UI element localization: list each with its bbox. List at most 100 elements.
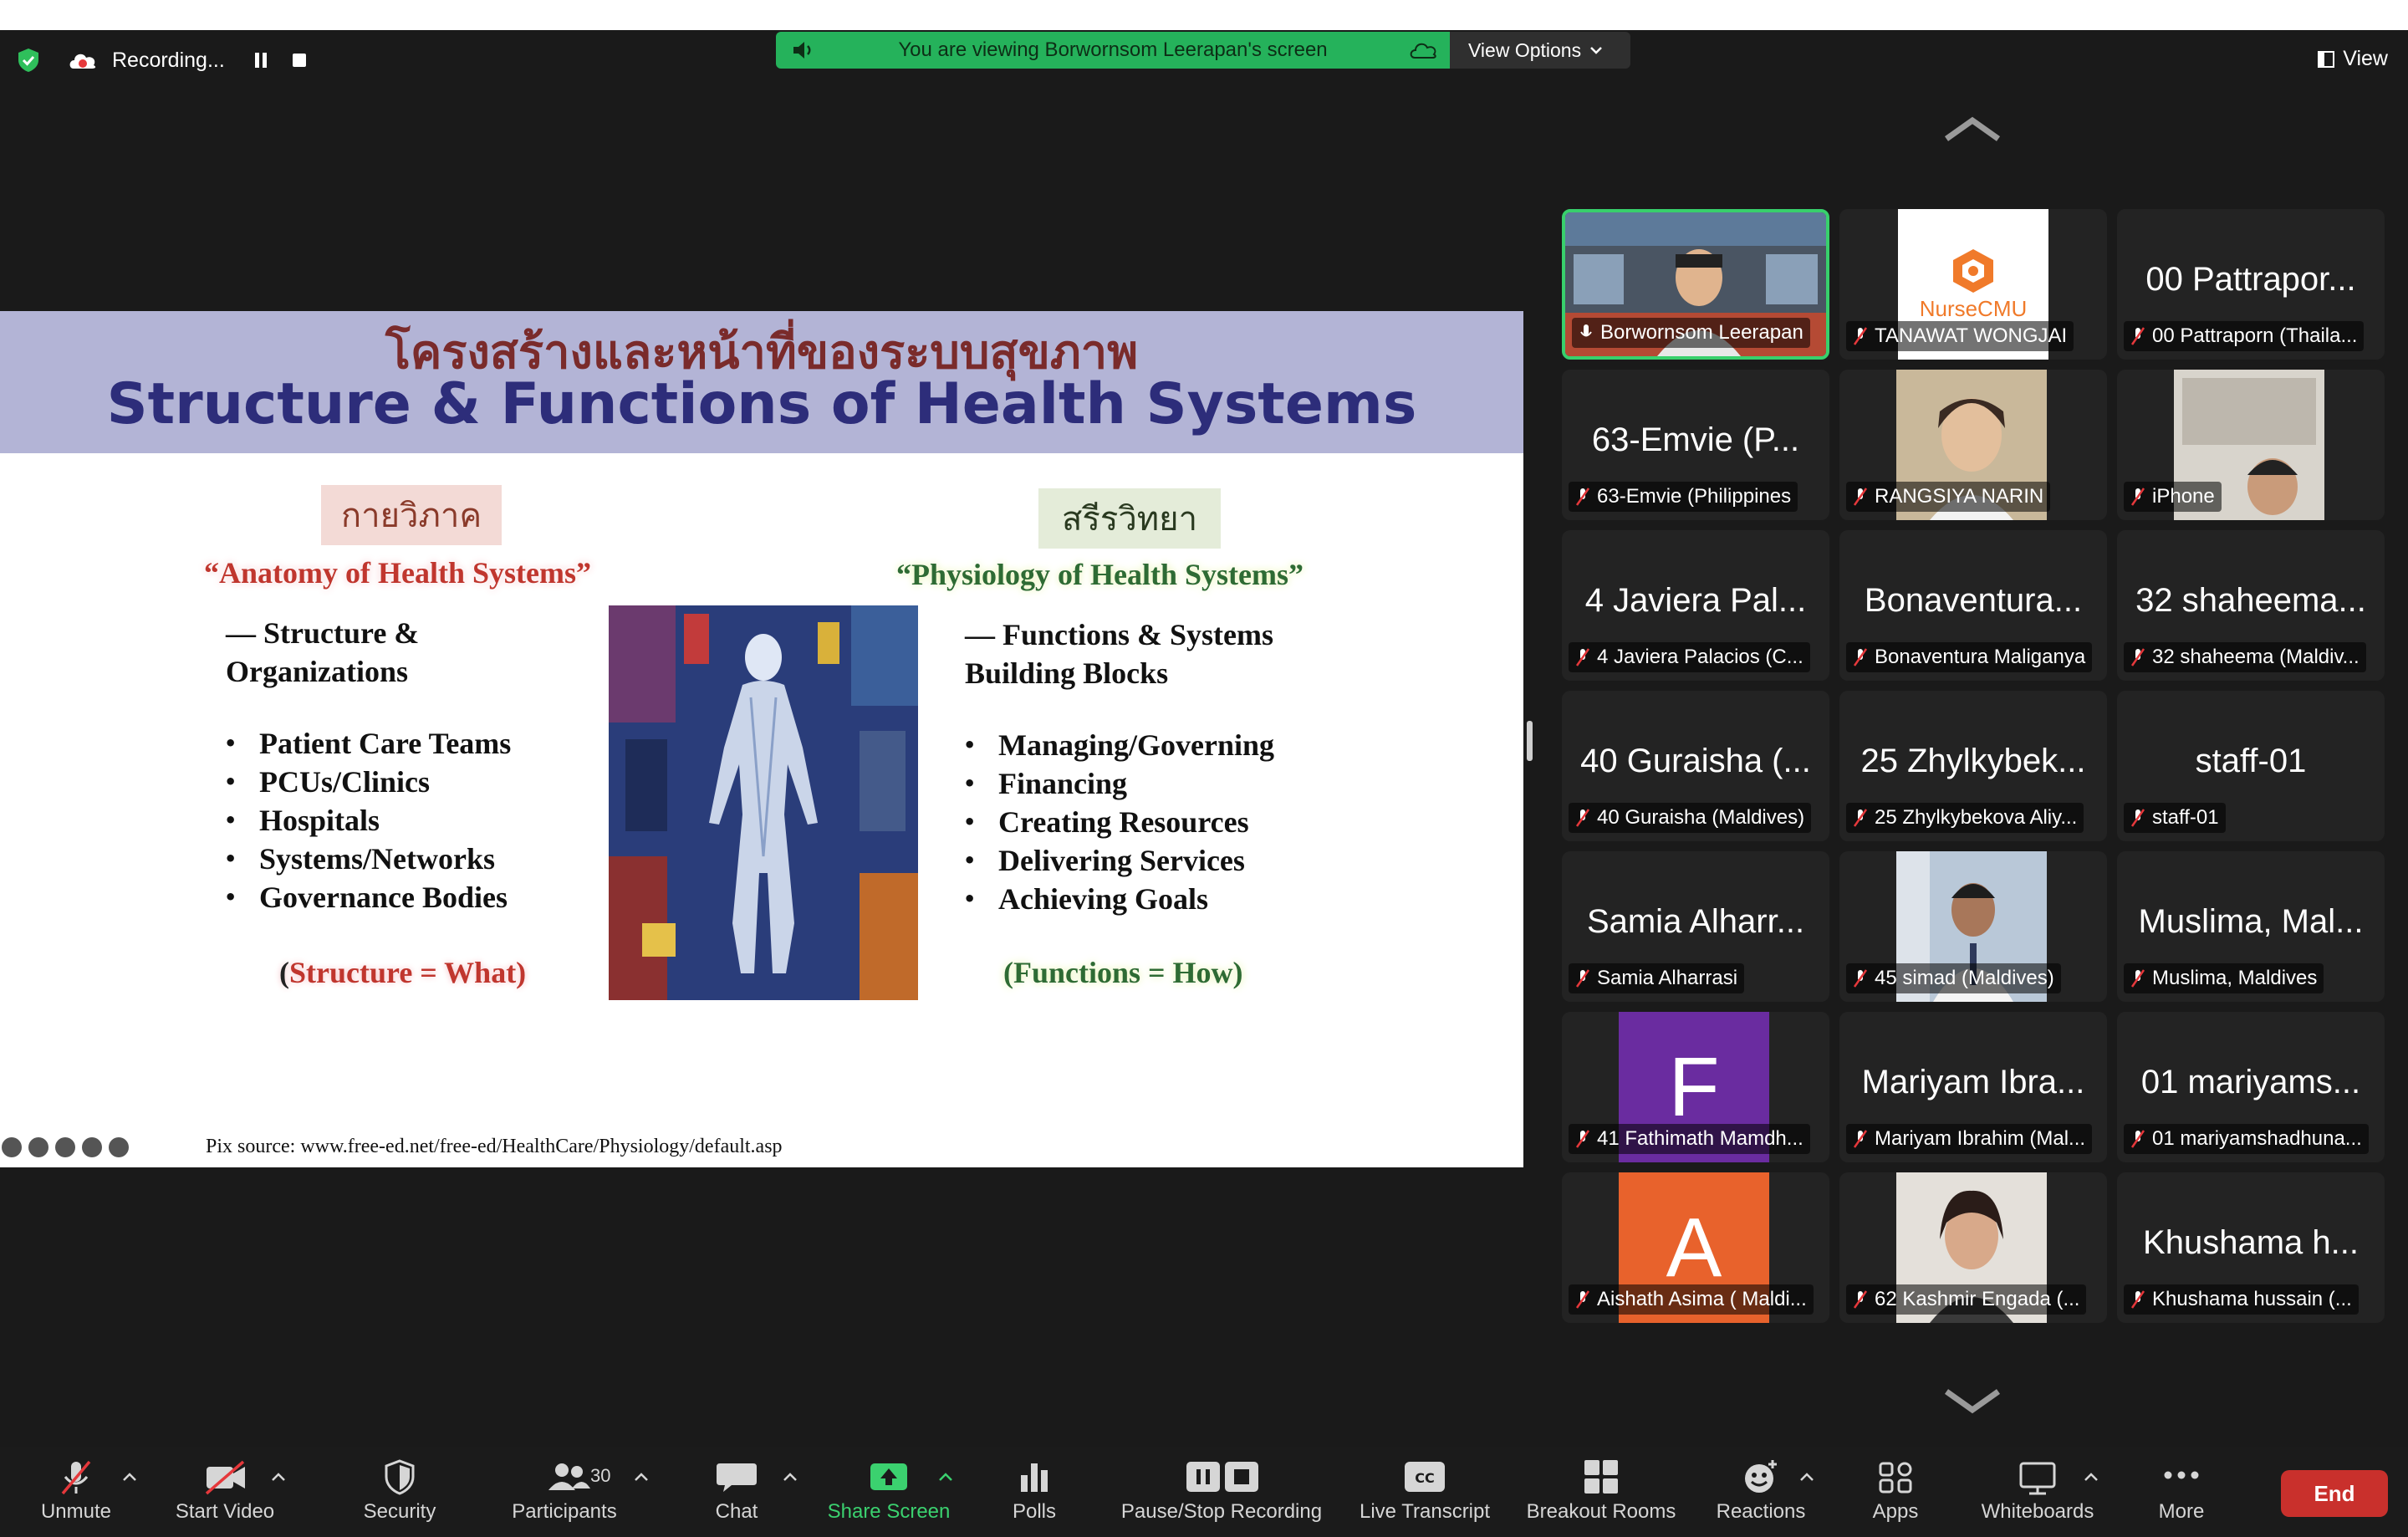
participant-name-caption: staff-01 — [2124, 803, 2226, 833]
unmute-button[interactable]: Unmute — [32, 1458, 120, 1524]
chat-button[interactable]: Chat — [707, 1458, 766, 1524]
muted-mic-icon — [2130, 488, 2145, 506]
gallery-next-page-icon[interactable] — [1943, 1383, 2002, 1417]
gallery-prev-page-icon[interactable] — [1943, 114, 2002, 147]
video-tile-muslima[interactable]: Muslima, Mal... Muslima, Maldives — [2117, 851, 2385, 1002]
pause-recording-icon[interactable] — [251, 50, 271, 70]
muted-mic-icon — [1575, 1290, 1590, 1309]
video-tile-pattraporn[interactable]: 00 Pattrapor... 00 Pattraporn (Thaila... — [2117, 209, 2385, 360]
caption-text: TANAWAT WONGJAI — [1875, 324, 2068, 347]
next-slide-icon[interactable] — [109, 1137, 129, 1157]
caption-text: 63-Emvie (Philippines — [1597, 485, 1792, 508]
video-tile-fathimath[interactable]: F 41 Fathimath Mamdh... — [1562, 1012, 1829, 1162]
end-meeting-button[interactable]: End — [2281, 1470, 2388, 1517]
breakout-rooms-button[interactable]: Breakout Rooms — [1522, 1458, 1681, 1524]
anatomy-thai-label: กายวิภาค — [321, 485, 502, 545]
list-item: Governance Bodies — [224, 878, 511, 917]
share-screen-button[interactable]: Share Screen — [824, 1458, 953, 1524]
whiteboards-button[interactable]: Whiteboards — [1975, 1458, 2100, 1524]
view-options-dropdown[interactable]: View Options — [1450, 32, 1630, 69]
reactions-button[interactable]: Reactions — [1709, 1458, 1813, 1524]
video-tile-guraisha[interactable]: 40 Guraisha (... 40 Guraisha (Maldives) — [1562, 691, 1829, 841]
video-tile-staff-01[interactable]: staff-01 staff-01 — [2117, 691, 2385, 841]
chat-bubble-icon — [717, 1463, 757, 1492]
pen-icon[interactable] — [28, 1137, 48, 1157]
participant-name-large: Mariyam Ibra... — [1861, 1064, 2085, 1100]
anatomy-bullet-list: Patient Care Teams PCUs/Clinics Hospital… — [224, 724, 511, 917]
chevron-up-icon[interactable] — [122, 1472, 137, 1482]
slide-controls — [2, 1137, 129, 1157]
video-tile-bonaventura[interactable]: Bonaventura... Bonaventura Maliganya — [1839, 530, 2107, 681]
video-tile-simad[interactable]: 45 simad (Maldives) — [1839, 851, 2107, 1002]
more-button[interactable]: More — [2155, 1458, 2207, 1524]
participant-name-caption: Muslima, Maldives — [2124, 963, 2324, 993]
chevron-up-icon[interactable] — [938, 1472, 953, 1482]
view-button[interactable]: View — [2318, 47, 2388, 71]
video-tile-khushama[interactable]: Khushama h... Khushama hussain (... — [2117, 1172, 2385, 1323]
video-tile-tanawat[interactable]: NurseCMU TANAWAT WONGJAI — [1839, 209, 2107, 360]
video-tile-rangsiya[interactable]: RANGSIYA NARIN — [1839, 370, 2107, 520]
chevron-up-icon[interactable] — [783, 1472, 798, 1482]
pause-stop-recording-button[interactable]: Pause/Stop Recording — [1115, 1458, 1328, 1524]
reactions-label: Reactions — [1716, 1500, 1806, 1523]
caption-text: 45 simad (Maldives) — [1875, 967, 2054, 989]
muted-mic-icon — [1575, 969, 1590, 988]
participant-name-large: 32 shaheema... — [2135, 582, 2366, 619]
video-tile-iphone[interactable]: iPhone — [2117, 370, 2385, 520]
video-tile-javiera[interactable]: 4 Javiera Pal... 4 Javiera Palacios (C..… — [1562, 530, 1829, 681]
caption-text: 00 Pattraporn (Thaila... — [2152, 324, 2358, 347]
unmute-label: Unmute — [40, 1500, 112, 1523]
apps-button[interactable]: Apps — [1870, 1458, 1921, 1524]
breakout-rooms-icon — [1584, 1460, 1618, 1494]
polls-button[interactable]: Polls — [1005, 1458, 1064, 1524]
video-off-icon — [205, 1460, 245, 1495]
muted-mic-icon — [1575, 648, 1590, 666]
video-tile-aishath[interactable]: A Aishath Asima ( Maldi... — [1562, 1172, 1829, 1323]
participant-name-large: 40 Guraisha (... — [1580, 743, 1811, 779]
list-item: Hospitals — [224, 801, 511, 840]
logo-text: NurseCMU — [1919, 296, 2028, 321]
video-tile-kashmir[interactable]: 62 Kashmir Engada (... — [1839, 1172, 2107, 1323]
participant-name-caption: 40 Guraisha (Maldives) — [1569, 803, 1812, 833]
encryption-shield-icon[interactable] — [15, 47, 42, 74]
more-options-icon[interactable] — [82, 1137, 102, 1157]
muted-mic-icon — [2130, 648, 2145, 666]
more-dots-icon — [2164, 1471, 2199, 1479]
participant-name-large: 63-Emvie (P... — [1591, 421, 1800, 458]
chevron-up-icon[interactable] — [2084, 1472, 2099, 1482]
caption-text: Bonaventura Maliganya — [1875, 646, 2086, 668]
previous-slide-icon[interactable] — [2, 1137, 22, 1157]
caption-text: 62 Kashmir Engada (... — [1875, 1288, 2080, 1310]
chevron-up-icon[interactable] — [271, 1472, 286, 1482]
view-label: View — [2343, 47, 2388, 70]
list-item: Systems/Networks — [224, 840, 511, 878]
apps-icon — [1879, 1462, 1912, 1494]
participant-name-caption: Mariyam Ibrahim (Mal... — [1846, 1124, 2093, 1154]
stop-recording-icon[interactable] — [289, 50, 309, 70]
caption-text: staff-01 — [2152, 806, 2219, 829]
chevron-up-icon[interactable] — [634, 1472, 649, 1482]
participant-name-large: Bonaventura... — [1864, 582, 2083, 619]
video-tile-emvie[interactable]: 63-Emvie (P... 63-Emvie (Philippines — [1562, 370, 1829, 520]
anatomy-quote: “Anatomy of Health Systems” — [204, 556, 591, 590]
shared-slide: โครงสร้างและหน้าที่ของระบบสุขภาพ Structu… — [0, 311, 1523, 1167]
pause-stop-icon — [1186, 1462, 1258, 1492]
security-button[interactable]: Security — [356, 1458, 443, 1524]
video-tile-zhylkybekova[interactable]: 25 Zhylkybek... 25 Zhylkybekova Aliy... — [1839, 691, 2107, 841]
live-transcript-button[interactable]: CC Live Transcript — [1353, 1458, 1497, 1524]
video-tile-borwornsom[interactable]: Borwornsom Leerapan — [1562, 209, 1829, 360]
chevron-up-icon[interactable] — [1799, 1472, 1814, 1482]
video-tile-shaheema[interactable]: 32 shaheema... 32 shaheema (Maldiv... — [2117, 530, 2385, 681]
video-tile-samia[interactable]: Samia Alharr... Samia Alharrasi — [1562, 851, 1829, 1002]
captions-icon[interactable] — [55, 1137, 75, 1157]
video-tile-mariyamshadhuna[interactable]: 01 mariyams... 01 mariyamshadhuna... — [2117, 1012, 2385, 1162]
start-video-button[interactable]: Start Video — [171, 1458, 279, 1524]
caption-text: Khushama hussain (... — [2152, 1288, 2352, 1310]
video-tile-mariyam-ibrahim[interactable]: Mariyam Ibra... Mariyam Ibrahim (Mal... — [1839, 1012, 2107, 1162]
caption-text: Mariyam Ibrahim (Mal... — [1875, 1127, 2086, 1150]
participant-name-caption: Bonaventura Maliganya — [1846, 642, 2093, 672]
gallery-resize-handle[interactable] — [1527, 721, 1533, 761]
muted-mic-icon — [1853, 648, 1868, 666]
pause-stop-recording-label: Pause/Stop Recording — [1120, 1500, 1323, 1523]
physiology-bullet-list: Managing/Governing Financing Creating Re… — [963, 726, 1274, 918]
